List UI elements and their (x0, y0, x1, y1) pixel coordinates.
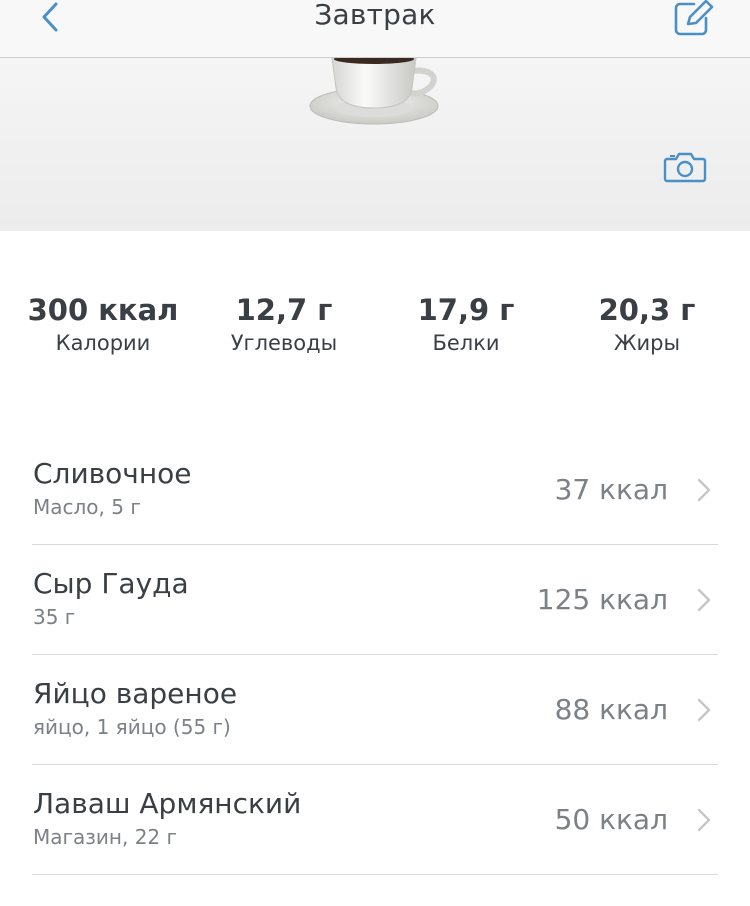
divider (32, 874, 718, 875)
edit-icon (674, 0, 714, 36)
food-item-detail: Магазин, 22 г (33, 825, 178, 849)
food-items-list: Сливочное Масло, 5 г 37 ккал Сыр Гауда 3… (0, 435, 750, 875)
food-item-name: Лаваш Армянский (33, 787, 302, 820)
calories-stat: 300 ккал Калории (13, 290, 193, 356)
page-title: Завтрак (314, 0, 436, 31)
fat-value: 20,3 г (598, 293, 696, 327)
food-item-row[interactable]: Сыр Гауда 35 г 125 ккал (0, 545, 750, 655)
chevron-right-icon (697, 478, 711, 502)
fat-label: Жиры (613, 331, 681, 355)
carbs-value: 12,7 г (235, 293, 333, 327)
camera-icon (663, 152, 707, 183)
food-item-calories: 125 ккал (536, 583, 668, 616)
chevron-right-icon (697, 588, 711, 612)
food-item-name: Сыр Гауда (33, 567, 189, 600)
nutrition-summary: 300 ккал Калории 12,7 г Углеводы 17,9 г … (0, 290, 750, 380)
food-item-row[interactable]: Лаваш Армянский Магазин, 22 г 50 ккал (0, 765, 750, 875)
food-item-detail: 35 г (33, 605, 76, 629)
food-item-calories: 37 ккал (554, 473, 668, 506)
chevron-right-icon (697, 698, 711, 722)
food-item-calories: 50 ккал (554, 803, 668, 836)
camera-button[interactable] (662, 150, 708, 184)
carbs-stat: 12,7 г Углеводы (194, 290, 374, 356)
food-item-name: Сливочное (33, 457, 192, 490)
navigation-bar: Завтрак (0, 0, 750, 58)
food-item-detail: яйцо, 1 яйцо (55 г) (33, 715, 231, 739)
protein-stat: 17,9 г Белки (376, 290, 556, 356)
protein-value: 17,9 г (417, 293, 515, 327)
chevron-right-icon (697, 808, 711, 832)
coffee-cup-image (309, 58, 439, 125)
carbs-label: Углеводы (230, 331, 338, 355)
calories-label: Калории (55, 331, 151, 355)
edit-button[interactable] (670, 0, 718, 38)
food-item-calories: 88 ккал (554, 693, 668, 726)
food-item-detail: Масло, 5 г (33, 495, 141, 519)
food-item-name: Яйцо вареное (33, 677, 238, 710)
meal-photo-area (0, 58, 750, 231)
fat-stat: 20,3 г Жиры (557, 290, 737, 356)
calories-value: 300 ккал (27, 293, 179, 327)
food-item-row[interactable]: Яйцо вареное яйцо, 1 яйцо (55 г) 88 ккал (0, 655, 750, 765)
protein-label: Белки (432, 331, 500, 355)
food-item-row[interactable]: Сливочное Масло, 5 г 37 ккал (0, 435, 750, 545)
